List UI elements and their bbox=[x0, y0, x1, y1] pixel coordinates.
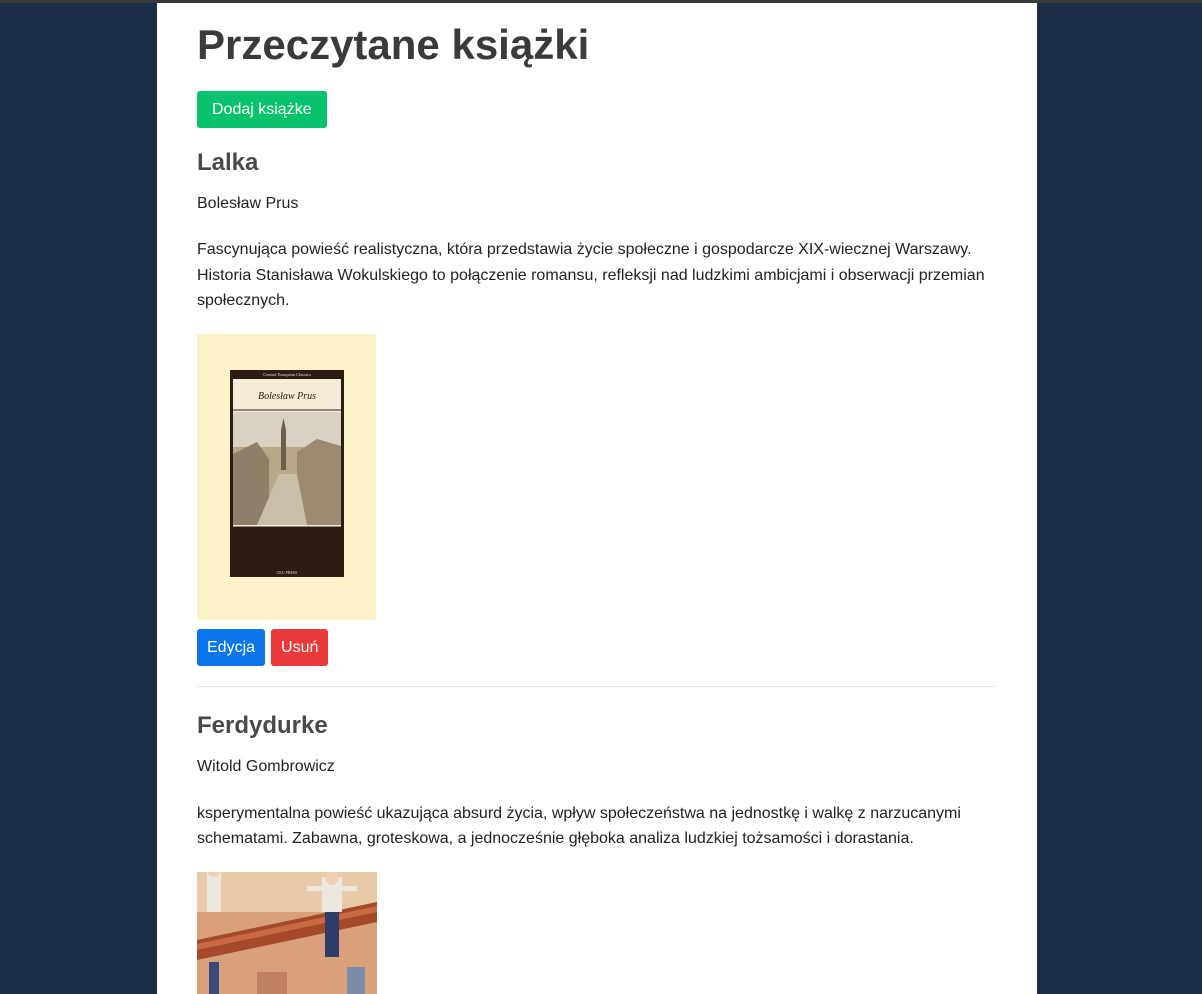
delete-button[interactable]: Usuń bbox=[271, 628, 329, 666]
book-cover-image bbox=[197, 862, 377, 994]
book-description: ksperymentalna powieść ukazująca absurd … bbox=[197, 804, 961, 848]
book-card: Ferdydurke Witold Gombrowicz ksperymenta… bbox=[197, 711, 997, 994]
book-description: Fascynująca powieść realistyczna, która … bbox=[197, 241, 985, 309]
cover-title: The Doll bbox=[264, 536, 310, 551]
divider bbox=[197, 685, 997, 687]
main-content: Przeczytane książki Dodaj książke Lalka … bbox=[157, 3, 1037, 994]
add-book-button[interactable]: Dodaj książke bbox=[197, 91, 327, 128]
book-author: Bolesław Prus bbox=[197, 195, 299, 212]
page-title: Przeczytane książki bbox=[197, 21, 590, 68]
book-cover-image: Central European Classics Bolesław Prus … bbox=[197, 333, 376, 620]
edit-button[interactable]: Edycja bbox=[197, 628, 266, 666]
book-card: Lalka Bolesław Prus Fascynująca powieść … bbox=[197, 148, 997, 687]
cover-publisher: CEU PRESS bbox=[277, 570, 298, 575]
book-title: Lalka bbox=[197, 149, 259, 176]
cover-author: Bolesław Prus bbox=[258, 391, 316, 402]
book-actions: Edycja Usuń bbox=[197, 628, 997, 666]
book-author: Witold Gombrowicz bbox=[197, 757, 335, 775]
cover-series: Central European Classics bbox=[263, 372, 311, 377]
book-title: Ferdydurke bbox=[197, 711, 328, 739]
